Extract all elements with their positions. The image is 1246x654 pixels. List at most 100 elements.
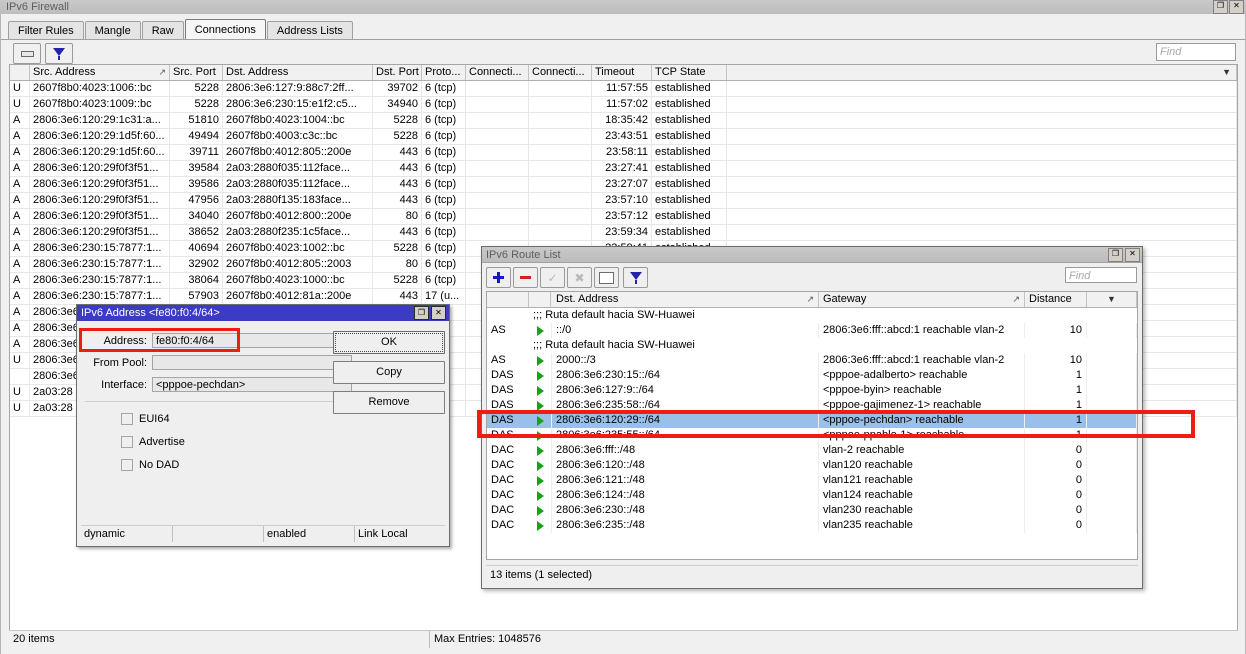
interface-input[interactable]: <pppoe-pechdan> — [152, 377, 352, 392]
table-row[interactable]: U2607f8b0:4023:1006::bc52282806:3e6:127:… — [10, 81, 1237, 97]
route-row[interactable]: DAC2806:3e6:120::/48vlan120 reachable0 — [487, 458, 1137, 473]
route-find-input[interactable]: Find — [1065, 267, 1137, 283]
route-row[interactable]: DAS2806:3e6:235:55::/64<pppoe-ppablo-1> … — [487, 428, 1137, 443]
route-row[interactable]: DAC2806:3e6:230::/48vlan230 reachable0 — [487, 503, 1137, 518]
table-row[interactable]: A2806:3e6:120:29f0f3f51...386522a03:2880… — [10, 225, 1237, 241]
close-icon[interactable]: ✕ — [431, 306, 446, 320]
route-comment-row[interactable]: ;;; Ruta default hacia SW-Huawei — [487, 338, 1137, 353]
column-header-src-port[interactable]: Src. Port — [170, 65, 223, 80]
cell-dst-address: 2a03:2880f035:112face... — [223, 161, 373, 176]
route-row[interactable]: AS::/02806:3e6:fff::abcd:1 reachable vla… — [487, 323, 1137, 338]
dialog-window-controls: ❐ ✕ — [414, 306, 449, 320]
funnel-icon — [53, 48, 65, 60]
column-header-flag[interactable] — [10, 65, 30, 80]
cell-conn1 — [466, 81, 529, 96]
cell-conn2 — [529, 225, 592, 240]
table-row[interactable]: A2806:3e6:120:29f0f3f51...479562a03:2880… — [10, 193, 1237, 209]
advertise-label: Advertise — [139, 436, 185, 448]
cell-dst-address: 2607f8b0:4012:81a::200e — [223, 289, 373, 304]
maximize-icon[interactable]: ❐ — [414, 306, 429, 320]
remove-route-button[interactable] — [513, 267, 538, 288]
column-header-protocol[interactable]: Proto... — [422, 65, 466, 80]
no-dad-checkbox-row[interactable]: No DAD — [121, 459, 179, 471]
cell-flags: AS — [487, 353, 529, 368]
column-header-dst-port[interactable]: Dst. Port — [373, 65, 422, 80]
tab-mangle[interactable]: Mangle — [85, 21, 141, 40]
column-header-dst-address[interactable]: Dst. Address — [223, 65, 373, 80]
maximize-icon[interactable]: ❐ — [1213, 0, 1228, 14]
route-row[interactable]: DAS2806:3e6:235:58::/64<pppoe-gajimenez-… — [487, 398, 1137, 413]
column-header-connection-2[interactable]: Connecti... — [529, 65, 592, 80]
advertise-checkbox-row[interactable]: Advertise — [121, 436, 185, 448]
cell-dst-port: 34940 — [373, 97, 422, 112]
route-comment-row[interactable]: ;;; Ruta default hacia SW-Huawei — [487, 308, 1137, 323]
cell-tcp-state: established — [652, 113, 727, 128]
disable-route-button[interactable]: ✖ — [567, 267, 592, 288]
cell-protocol: 6 (tcp) — [422, 241, 466, 256]
advertise-checkbox[interactable] — [121, 436, 133, 448]
route-column-dropdown-button[interactable]: ▼ — [1087, 292, 1137, 307]
route-row[interactable]: AS2000::/32806:3e6:fff::abcd:1 reachable… — [487, 353, 1137, 368]
table-row[interactable]: A2806:3e6:120:29f0f3f51...340402607f8b0:… — [10, 209, 1237, 225]
tab-connections[interactable]: Connections — [185, 19, 266, 41]
table-row[interactable]: A2806:3e6:120:29:1d5f:60...494942607f8b0… — [10, 129, 1237, 145]
cell-flags: DAC — [487, 443, 529, 458]
route-row[interactable]: DAC2806:3e6:fff::/48vlan-2 reachable0 — [487, 443, 1137, 458]
cell-dst-address: 2a03:2880f035:112face... — [223, 177, 373, 192]
close-icon[interactable]: ✕ — [1229, 0, 1244, 14]
cell-gateway: <pppoe-adalberto> reachable — [819, 368, 1025, 383]
cell-dst-port: 5228 — [373, 273, 422, 288]
cell-spacer — [727, 225, 1237, 240]
table-row[interactable]: A2806:3e6:120:29:1c31:a...518102607f8b0:… — [10, 113, 1237, 129]
from-pool-input[interactable] — [152, 355, 352, 370]
eui64-checkbox-row[interactable]: EUI64 — [121, 413, 170, 425]
column-header-distance[interactable]: Distance — [1025, 292, 1087, 307]
close-icon[interactable]: ✕ — [1125, 248, 1140, 262]
connections-toolbar: Find — [1, 40, 1245, 64]
tab-filter-rules[interactable]: Filter Rules — [8, 21, 84, 40]
enable-route-button[interactable]: ✓ — [540, 267, 565, 288]
cell-dst-address: 2806:3e6:230::/48 — [551, 503, 819, 518]
column-header-tcp-state[interactable]: TCP State — [652, 65, 727, 80]
remove-button[interactable]: Remove — [333, 391, 445, 414]
tab-address-lists[interactable]: Address Lists — [267, 21, 353, 40]
route-row[interactable]: DAS2806:3e6:127:9::/64<pppoe-byin> reach… — [487, 383, 1137, 398]
column-header-connection-1[interactable]: Connecti... — [466, 65, 529, 80]
ok-button[interactable]: OK — [333, 331, 445, 354]
column-header-src-address[interactable]: Src. Address ↗ — [30, 65, 170, 80]
tab-raw[interactable]: Raw — [142, 21, 184, 40]
cell-gateway: 2806:3e6:fff::abcd:1 reachable vlan-2 — [819, 353, 1025, 368]
column-header-flags[interactable] — [487, 292, 529, 307]
cell-gateway: <pppoe-byin> reachable — [819, 383, 1025, 398]
address-input[interactable]: fe80:f0:4/64 — [152, 333, 352, 348]
filter-button[interactable] — [45, 43, 73, 64]
table-row[interactable]: A2806:3e6:120:29f0f3f51...395842a03:2880… — [10, 161, 1237, 177]
remove-button[interactable] — [13, 43, 41, 64]
cell-dst-port: 5228 — [373, 113, 422, 128]
maximize-icon[interactable]: ❐ — [1108, 248, 1123, 262]
route-row[interactable]: DAC2806:3e6:235::/48vlan235 reachable0 — [487, 518, 1137, 533]
column-dropdown-button[interactable]: ▼ — [727, 65, 1237, 80]
route-row[interactable]: DAC2806:3e6:124::/48vlan124 reachable0 — [487, 488, 1137, 503]
column-header-timeout[interactable]: Timeout — [592, 65, 652, 80]
copy-button[interactable]: Copy — [333, 361, 445, 384]
column-header-dst-address[interactable]: Dst. Address ↗ — [551, 292, 819, 307]
no-dad-checkbox[interactable] — [121, 459, 133, 471]
route-row[interactable]: DAS2806:3e6:230:15::/64<pppoe-adalberto>… — [487, 368, 1137, 383]
eui64-checkbox[interactable] — [121, 413, 133, 425]
add-route-button[interactable] — [486, 267, 511, 288]
cell-flags: AS — [487, 323, 529, 338]
cell-src-port: 5228 — [170, 81, 223, 96]
cell-gateway: vlan121 reachable — [819, 473, 1025, 488]
cell-distance: 1 — [1025, 383, 1087, 398]
cell-flag: A — [10, 321, 30, 336]
find-input[interactable]: Find — [1156, 43, 1236, 61]
table-row[interactable]: U2607f8b0:4023:1009::bc52282806:3e6:230:… — [10, 97, 1237, 113]
column-header-gateway[interactable]: Gateway ↗ — [819, 292, 1025, 307]
comment-button[interactable] — [594, 267, 619, 288]
table-row[interactable]: A2806:3e6:120:29f0f3f51...395862a03:2880… — [10, 177, 1237, 193]
route-row[interactable]: DAC2806:3e6:121::/48vlan121 reachable0 — [487, 473, 1137, 488]
table-row[interactable]: A2806:3e6:120:29:1d5f:60...397112607f8b0… — [10, 145, 1237, 161]
route-row[interactable]: DAS2806:3e6:120:29::/64<pppoe-pechdan> r… — [487, 413, 1137, 428]
filter-button[interactable] — [623, 267, 648, 288]
